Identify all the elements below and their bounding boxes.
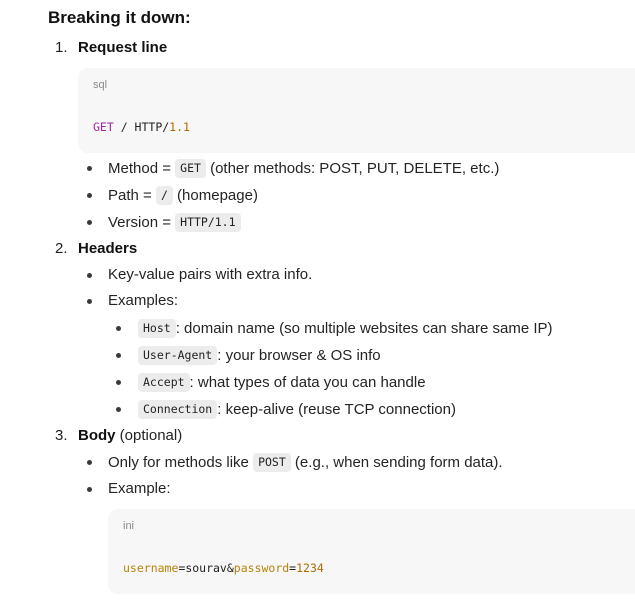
list-item-version: Version = HTTP/1.1	[108, 213, 241, 232]
bullet-dot	[87, 220, 92, 225]
inline-code: Host	[138, 319, 176, 338]
bullet-dot	[116, 380, 121, 385]
bullet-dot	[87, 299, 92, 304]
item-text: (homepage)	[172, 187, 258, 204]
list-number-3: 3.	[55, 427, 68, 444]
code-text: / HTTP/	[113, 120, 170, 134]
list-number-1: 1.	[55, 39, 68, 56]
bullet-dot	[116, 326, 121, 331]
inline-code: Accept	[138, 373, 190, 392]
section-heading: Breaking it down:	[48, 8, 191, 27]
code-block-body: ini username=sourav&password=1234	[108, 509, 635, 594]
code-line: username=sourav&password=1234	[123, 561, 324, 575]
item-text: Only for methods like	[108, 454, 254, 471]
item-text: Version =	[108, 214, 176, 231]
code-number: 1.1	[169, 120, 190, 134]
sub-item-host: Host: domain name (so multiple websites …	[138, 319, 553, 338]
code-number: 1234	[296, 561, 324, 575]
bullet-dot	[87, 460, 92, 465]
item-text: (other methods: POST, PUT, DELETE, etc.)	[205, 160, 500, 177]
code-language-label: ini	[123, 520, 135, 532]
list-item-examples: Examples:	[108, 292, 179, 309]
item-text: (e.g., when sending form data).	[290, 454, 503, 471]
title-suffix: (optional)	[115, 427, 183, 444]
title-text: Body	[78, 427, 116, 444]
list-item-post-only: Only for methods like POST (e.g., when s…	[108, 453, 503, 472]
sub-item-user-agent: User-Agent: your browser & OS info	[138, 346, 381, 365]
item-text: : keep-alive (reuse TCP connection)	[217, 401, 456, 418]
sub-item-connection: Connection: keep-alive (reuse TCP connec…	[138, 400, 456, 419]
code-language-label: sql	[93, 79, 108, 91]
bullet-dot	[87, 193, 92, 198]
list-number-2: 2.	[55, 240, 68, 257]
item-text: Path =	[108, 187, 156, 204]
code-block-request-line: sql GET / HTTP/1.1	[78, 68, 635, 153]
inline-code: /	[155, 186, 173, 205]
bullet-dot	[87, 273, 92, 278]
section-title-request-line: Request line	[78, 39, 168, 56]
inline-code: HTTP/1.1	[175, 213, 241, 232]
list-item-path: Path = / (homepage)	[108, 186, 258, 205]
item-text: Method =	[108, 160, 176, 177]
inline-code: GET	[175, 159, 206, 178]
list-item-key-value: Key-value pairs with extra info.	[108, 266, 313, 283]
sub-item-accept: Accept: what types of data you can handl…	[138, 373, 426, 392]
bullet-dot	[116, 353, 121, 358]
inline-code: Connection	[138, 400, 218, 419]
item-text: : what types of data you can handle	[189, 374, 426, 391]
code-key: password	[233, 561, 290, 575]
inline-code: User-Agent	[138, 346, 218, 365]
list-item-example: Example:	[108, 480, 171, 497]
code-keyword: GET	[93, 120, 114, 134]
section-title-headers: Headers	[78, 240, 138, 257]
bullet-dot	[87, 487, 92, 492]
code-line: GET / HTTP/1.1	[93, 120, 190, 134]
item-text: : your browser & OS info	[217, 347, 381, 364]
code-key: username	[123, 561, 179, 575]
bullet-dot	[87, 166, 92, 171]
code-text: =sourav&	[178, 561, 234, 575]
inline-code: POST	[253, 453, 291, 472]
list-item-method: Method = GET (other methods: POST, PUT, …	[108, 159, 499, 178]
item-text: : domain name (so multiple websites can …	[175, 320, 553, 337]
section-title-body: Body (optional)	[78, 427, 182, 444]
bullet-dot	[116, 407, 121, 412]
